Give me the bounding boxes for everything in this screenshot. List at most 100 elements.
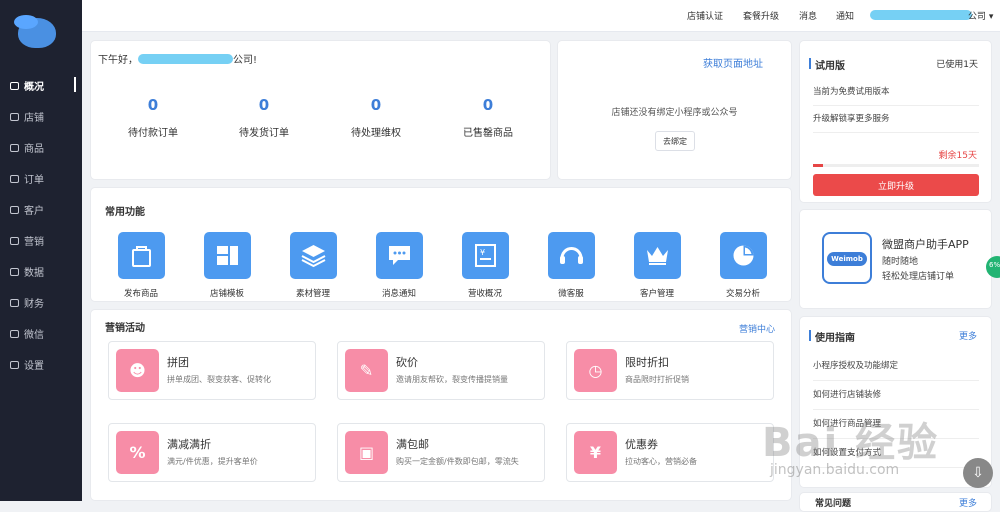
sidebar-item-marketing[interactable]: 营销 — [0, 225, 82, 256]
activity-name: 满包邮 — [396, 438, 429, 451]
coupon-icon: ¥ — [574, 431, 617, 474]
bind-message: 店铺还没有绑定小程序或公众号 — [611, 108, 738, 118]
sidebar-item-overview[interactable]: 概况 — [0, 70, 82, 101]
sidebar-item-label: 营销 — [24, 237, 44, 248]
stat-value: 0 — [370, 96, 382, 114]
finance-icon — [10, 298, 19, 307]
stat-pending-shipment[interactable]: 0 待发货订单 — [209, 96, 319, 139]
faq-more-link[interactable]: 更多 — [959, 496, 977, 509]
function-material-management[interactable]: 素材管理 — [278, 232, 348, 299]
function-label: 客户管理 — [639, 289, 674, 299]
function-publish-product[interactable]: 发布商品 — [106, 232, 176, 299]
activity-desc: 购买一定金额/件数即包邮，零流失 — [396, 457, 519, 466]
product-icon — [10, 143, 19, 152]
activity-desc: 邀请朋友帮砍，裂变传播提销量 — [396, 375, 508, 384]
message-icon — [375, 232, 423, 279]
activity-flash-discount[interactable]: ◷ 限时折扣 商品限时打折促销 — [566, 341, 774, 400]
activity-coupon[interactable]: ¥ 优惠券 拉动客心，营销必备 — [566, 423, 774, 482]
trial-remaining: 剩余15天 — [938, 151, 977, 161]
cloud-download-icon[interactable]: ⇩ — [963, 458, 993, 488]
activity-desc: 拉动客心，营销必备 — [625, 457, 697, 466]
faq-title: 常见问题 — [815, 499, 852, 509]
function-message-notification[interactable]: 消息通知 — [364, 232, 434, 299]
function-label: 消息通知 — [381, 289, 416, 299]
function-customer-management[interactable]: 客户管理 — [622, 232, 692, 299]
app-line1: 随时随地 — [882, 257, 919, 267]
sidebar-item-data[interactable]: 数据 — [0, 256, 82, 287]
function-label: 交易分析 — [725, 289, 760, 299]
section-title: 营销活动 — [105, 323, 145, 334]
messages-link[interactable]: 消息 — [799, 9, 817, 22]
stat-sold-out[interactable]: 0 已售罄商品 — [433, 96, 543, 139]
group-icon: ☻ — [116, 349, 159, 392]
gear-icon — [10, 360, 19, 369]
activity-name: 拼团 — [167, 356, 189, 369]
sidebar-item-label: 设置 — [24, 361, 44, 372]
company-menu[interactable]: 公司 ▾ — [968, 9, 993, 22]
marketing-center-link[interactable]: 营销中心 — [739, 322, 775, 335]
function-label: 营收概况 — [467, 289, 502, 299]
app-icon-text: Weimob — [827, 252, 867, 266]
function-revenue-overview[interactable]: ¥ 营收概况 — [450, 232, 520, 299]
order-icon — [10, 174, 19, 183]
sidebar-item-label: 店铺 — [24, 113, 44, 124]
sidebar-item-products[interactable]: 商品 — [0, 132, 82, 163]
top-bar: 店铺认证 套餐升级 消息 通知 公司 ▾ — [82, 0, 1000, 32]
sidebar-item-label: 财务 — [24, 299, 44, 310]
guide-item[interactable]: 如何进行店铺装修 — [813, 388, 979, 410]
sidebar-item-wechat[interactable]: 微信 — [0, 318, 82, 349]
user-name-redacted — [138, 54, 233, 64]
chart-icon — [10, 267, 19, 276]
sidebar: 概况 店铺 商品 订单 客户 营销 数据 财务 微信 设置 — [0, 0, 82, 501]
watermark-url: jingyan.baidu.com — [770, 462, 900, 478]
company-suffix: 公司 — [968, 12, 987, 22]
sidebar-item-orders[interactable]: 订单 — [0, 163, 82, 194]
app-promo-card[interactable]: Weimob 微盟商户助手APP 随时随地 轻松处理店铺订单 — [799, 209, 992, 309]
trial-card: 试用版 已使用1天 当前为免费试用版本 升级解锁享更多服务 剩余15天 立即升级 — [799, 40, 992, 203]
function-label: 发布商品 — [123, 289, 158, 299]
sidebar-item-store[interactable]: 店铺 — [0, 101, 82, 132]
activity-free-shipping[interactable]: ▣ 满包邮 购买一定金额/件数即包邮，零流失 — [337, 423, 545, 482]
activity-spend-discount[interactable]: % 满减满折 满元/件优惠，提升客单价 — [108, 423, 316, 482]
menu-icon — [10, 81, 19, 90]
plan-upgrade-link[interactable]: 套餐升级 — [743, 9, 779, 22]
percent-icon: % — [116, 431, 159, 474]
trial-title: 试用版 — [809, 57, 845, 72]
sidebar-item-label: 商品 — [24, 144, 44, 155]
sidebar-item-customers[interactable]: 客户 — [0, 194, 82, 225]
function-customer-service[interactable]: 微客服 — [536, 232, 606, 299]
stat-pending-disputes[interactable]: 0 待处理维权 — [321, 96, 431, 139]
function-store-template[interactable]: 店铺模板 — [192, 232, 262, 299]
activity-group-buy[interactable]: ☻ 拼团 拼单成团、裂变获客、促转化 — [108, 341, 316, 400]
revenue-icon: ¥ — [461, 232, 509, 279]
guide-item[interactable]: 小程序授权及功能绑定 — [813, 359, 979, 381]
company-name-redacted — [870, 10, 972, 20]
chevron-down-icon: ▾ — [988, 12, 994, 22]
sidebar-item-label: 概况 — [24, 82, 44, 93]
stat-label: 待发货订单 — [239, 128, 289, 139]
sidebar-item-finance[interactable]: 财务 — [0, 287, 82, 318]
stat-label: 待付款订单 — [128, 128, 178, 139]
greeting-suffix: 公司! — [233, 55, 258, 66]
get-page-url-link[interactable]: 获取页面地址 — [703, 55, 763, 70]
layers-icon — [289, 232, 337, 279]
function-transaction-analysis[interactable]: 交易分析 — [708, 232, 778, 299]
common-functions-card: 常用功能 发布商品 店铺模板 素材管理 消息通知 ¥ 营收概况 微客服 客户管理 … — [90, 187, 792, 302]
bind-button[interactable]: 去绑定 — [655, 131, 695, 151]
logo[interactable] — [14, 15, 56, 48]
stat-value: 0 — [147, 96, 159, 114]
clock-icon: ◷ — [574, 349, 617, 392]
guide-more-link[interactable]: 更多 — [959, 329, 977, 342]
tag-icon: ✎ — [345, 349, 388, 392]
upgrade-button[interactable]: 立即升级 — [813, 174, 979, 196]
sidebar-item-settings[interactable]: 设置 — [0, 349, 82, 380]
activity-bargain[interactable]: ✎ 砍价邀请朋友帮砍，裂变传播提销量 — [337, 341, 545, 400]
stat-value: 0 — [258, 96, 270, 114]
trial-row: 当前为免费试用版本 — [813, 85, 979, 106]
store-certification-link[interactable]: 店铺认证 — [687, 9, 723, 22]
overview-card: 下午好， 公司! 0 待付款订单 0 待发货订单 0 待处理维权 0 已售罄商品 — [90, 40, 551, 180]
activity-name: 砍价 — [396, 356, 418, 369]
notifications-link[interactable]: 通知 — [836, 9, 854, 22]
activity-name: 限时折扣 — [625, 356, 669, 369]
stat-pending-payment[interactable]: 0 待付款订单 — [98, 96, 208, 139]
